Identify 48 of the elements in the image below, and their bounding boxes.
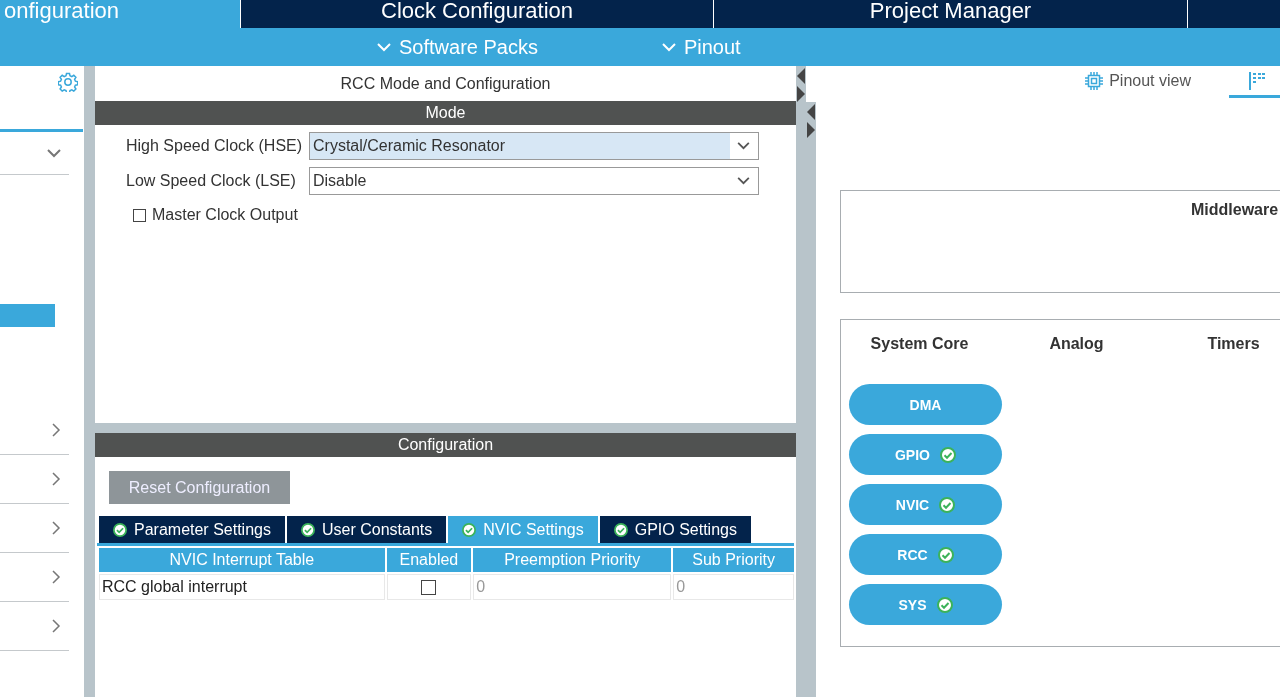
peripheral-button[interactable]: NVIC xyxy=(849,484,1002,525)
checkbox[interactable] xyxy=(133,208,146,222)
tab[interactable]: User Constants xyxy=(286,516,447,543)
chevron-down-icon xyxy=(737,142,750,150)
chevron-right-icon[interactable] xyxy=(52,619,61,633)
column-header: Sub Priority xyxy=(673,548,794,572)
table-cell: RCC global interrupt xyxy=(99,574,385,600)
category-title: Analog xyxy=(1048,335,1105,353)
chevron-down-icon xyxy=(661,42,676,52)
column-header: Enabled xyxy=(386,548,472,572)
table-cell: 0 xyxy=(473,574,672,600)
table-cell: 0 xyxy=(673,574,794,600)
section-header: Mode xyxy=(95,101,796,125)
reset-button[interactable]: Reset Configuration xyxy=(109,471,290,504)
section-header: Configuration xyxy=(95,433,796,457)
field-label: Low Speed Clock (LSE) xyxy=(126,172,297,190)
chevron-right-icon[interactable] xyxy=(52,521,61,535)
menu-button[interactable]: Pinout xyxy=(661,35,741,59)
chevron-down-icon xyxy=(737,177,750,185)
chevron-right-icon[interactable] xyxy=(52,570,61,584)
chevron-down-icon[interactable] xyxy=(47,148,61,158)
dropdown-field[interactable]: Disable xyxy=(309,167,759,195)
tab[interactable]: Parameter Settings xyxy=(99,516,285,543)
tab[interactable]: onfiguration xyxy=(0,0,240,28)
category-title: System Core xyxy=(869,335,970,353)
menu-button[interactable]: Software Packs xyxy=(377,35,538,59)
field-label: High Speed Clock (HSE) xyxy=(126,137,304,155)
category-title: Timers xyxy=(1206,335,1261,353)
checkbox[interactable] xyxy=(421,580,437,596)
peripheral-button[interactable]: SYS xyxy=(849,584,1002,625)
tab[interactable]: NVIC Settings xyxy=(448,516,598,543)
panel-title: Middleware xyxy=(1191,201,1279,218)
chevron-down-icon xyxy=(377,42,391,52)
checkbox-label: Master Clock Output xyxy=(152,206,298,224)
view-tab[interactable]: Pinout view xyxy=(1081,66,1195,98)
peripheral-button[interactable]: GPIO xyxy=(849,434,1002,475)
chevron-right-icon[interactable] xyxy=(52,423,61,437)
chevron-right-icon[interactable] xyxy=(52,472,61,486)
chip-icon xyxy=(1085,71,1104,90)
grid-icon xyxy=(1249,71,1265,90)
column-header: Preemption Priority xyxy=(473,548,672,572)
dropdown-field[interactable]: Crystal/Ceramic Resonator xyxy=(309,132,759,160)
peripheral-button[interactable]: DMA xyxy=(849,384,1002,425)
settings-icon[interactable] xyxy=(58,72,78,92)
panel-title: RCC Mode and Configuration xyxy=(339,73,552,94)
column-header: NVIC Interrupt Table xyxy=(99,548,385,572)
peripheral-button[interactable]: RCC xyxy=(849,534,1002,575)
tab[interactable]: GPIO Settings xyxy=(599,516,751,543)
